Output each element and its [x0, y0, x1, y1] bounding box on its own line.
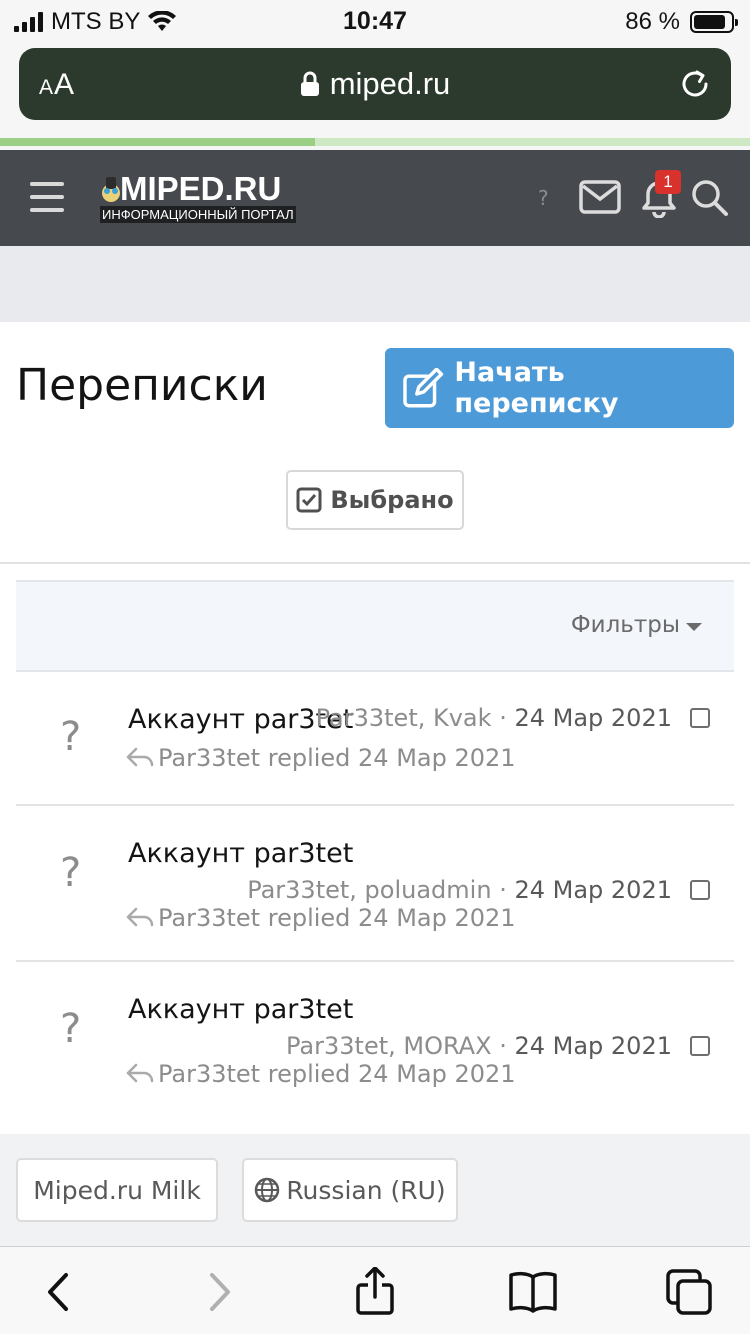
- avatar: ?: [60, 714, 82, 760]
- globe-icon: [255, 1177, 280, 1203]
- start-conversation-button[interactable]: Начать переписку: [385, 348, 734, 428]
- checkbox-checked-icon: [296, 487, 322, 513]
- meta-separator: ·: [499, 876, 507, 904]
- edit-icon: [403, 368, 444, 408]
- lock-icon: [300, 71, 319, 96]
- safari-toolbar: [0, 1246, 750, 1334]
- breadcrumb-strip: [0, 246, 750, 322]
- url-text: miped.ru: [329, 66, 451, 101]
- battery-percent: 86 %: [625, 8, 680, 35]
- meta-separator: ·: [499, 704, 507, 732]
- last-reply[interactable]: Par33tet replied 24 Мар 2021: [126, 904, 516, 932]
- caret-down-icon: [686, 622, 702, 631]
- page-title: Переписки: [16, 360, 268, 411]
- site-header: MIPED.RU ИНФОРМАЦИОННЫЙ ПОРТАЛ ?: [0, 150, 750, 246]
- avatar: ?: [60, 1006, 82, 1052]
- ios-status-bar: MTS BY 10:47 86 %: [0, 0, 750, 42]
- meta-separator: ·: [499, 1032, 507, 1060]
- reply-icon: [126, 747, 154, 767]
- logo-mark-icon: [102, 177, 120, 202]
- selected-button[interactable]: Выбрано: [286, 470, 464, 530]
- conversation-date[interactable]: 24 Мар 2021: [514, 1032, 672, 1060]
- filter-bar: Фильтры: [16, 580, 734, 672]
- participants[interactable]: Par33tet, poluadmin: [247, 876, 491, 904]
- site-logo[interactable]: MIPED.RU ИНФОРМАЦИОННЫЙ ПОРТАЛ: [100, 170, 300, 226]
- back-icon[interactable]: [34, 1267, 84, 1317]
- conversation-row[interactable]: ? Аккаунт par3tet Par33tet, MORAX · 24 М…: [16, 962, 734, 1132]
- conversation-row[interactable]: ? Аккаунт par3tet Par33tet, Kvak · 24 Ма…: [16, 672, 734, 804]
- inbox-envelope-icon[interactable]: [579, 180, 621, 214]
- conversation-meta: Par33tet, Kvak · 24 Мар 2021: [316, 704, 672, 732]
- bookmarks-icon[interactable]: [508, 1267, 558, 1317]
- filters-label: Фильтры: [570, 612, 680, 638]
- search-icon[interactable]: [690, 178, 730, 218]
- language-chooser-button[interactable]: Russian (RU): [242, 1158, 458, 1222]
- conversation-meta: Par33tet, MORAX · 24 Мар 2021: [286, 1032, 672, 1060]
- select-checkbox[interactable]: [690, 708, 710, 728]
- style-chooser-button[interactable]: Miped.ru Milk: [16, 1158, 218, 1222]
- address-bar[interactable]: AA miped.ru: [19, 48, 731, 120]
- select-checkbox[interactable]: [690, 880, 710, 900]
- reply-icon: [126, 1063, 154, 1083]
- menu-icon[interactable]: [30, 182, 64, 212]
- conversation-date[interactable]: 24 Мар 2021: [514, 876, 672, 904]
- last-reply[interactable]: Par33tet replied 24 Мар 2021: [126, 1060, 516, 1088]
- notification-badge: 1: [655, 170, 681, 194]
- avatar: ?: [60, 850, 82, 896]
- conversation-row[interactable]: ? Аккаунт par3tet Par33tet, poluadmin · …: [16, 806, 734, 960]
- filters-dropdown[interactable]: Фильтры: [571, 612, 702, 638]
- reload-icon[interactable]: [677, 66, 713, 102]
- conversation-title[interactable]: Аккаунт par3tet: [128, 994, 353, 1025]
- reply-icon: [126, 907, 154, 927]
- battery-group: 86 %: [625, 8, 738, 36]
- style-chooser-label: Miped.ru Milk: [33, 1175, 201, 1205]
- last-reply-text: Par33tet replied 24 Мар 2021: [158, 904, 516, 932]
- language-chooser-label: Russian (RU): [286, 1175, 446, 1205]
- url-field[interactable]: miped.ru: [19, 66, 731, 102]
- help-mark[interactable]: ?: [538, 186, 549, 210]
- safari-address-area: AA miped.ru: [0, 42, 750, 150]
- tabs-icon[interactable]: [664, 1267, 714, 1317]
- page-load-progress: [0, 138, 750, 146]
- conversation-meta: Par33tet, poluadmin · 24 Мар 2021: [247, 876, 672, 904]
- last-reply-text: Par33tet replied 24 Мар 2021: [158, 744, 516, 772]
- select-checkbox[interactable]: [690, 1036, 710, 1056]
- conversation-title[interactable]: Аккаунт par3tet: [128, 838, 353, 869]
- last-reply[interactable]: Par33tet replied 24 Мар 2021: [126, 744, 516, 772]
- participants[interactable]: Par33tet, Kvak: [316, 704, 492, 732]
- share-icon[interactable]: [350, 1267, 400, 1317]
- logo-title: MIPED.RU: [120, 170, 282, 207]
- selected-label: Выбрано: [330, 486, 454, 514]
- logo-subtitle: ИНФОРМАЦИОННЫЙ ПОРТАЛ: [100, 206, 296, 223]
- battery-icon: [690, 11, 738, 33]
- last-reply-text: Par33tet replied 24 Мар 2021: [158, 1060, 516, 1088]
- forward-icon[interactable]: [194, 1267, 244, 1317]
- start-conversation-label: Начать переписку: [454, 357, 619, 419]
- participants[interactable]: Par33tet, MORAX: [286, 1032, 492, 1060]
- conversation-date[interactable]: 24 Мар 2021: [514, 704, 672, 732]
- section-divider: [0, 562, 750, 564]
